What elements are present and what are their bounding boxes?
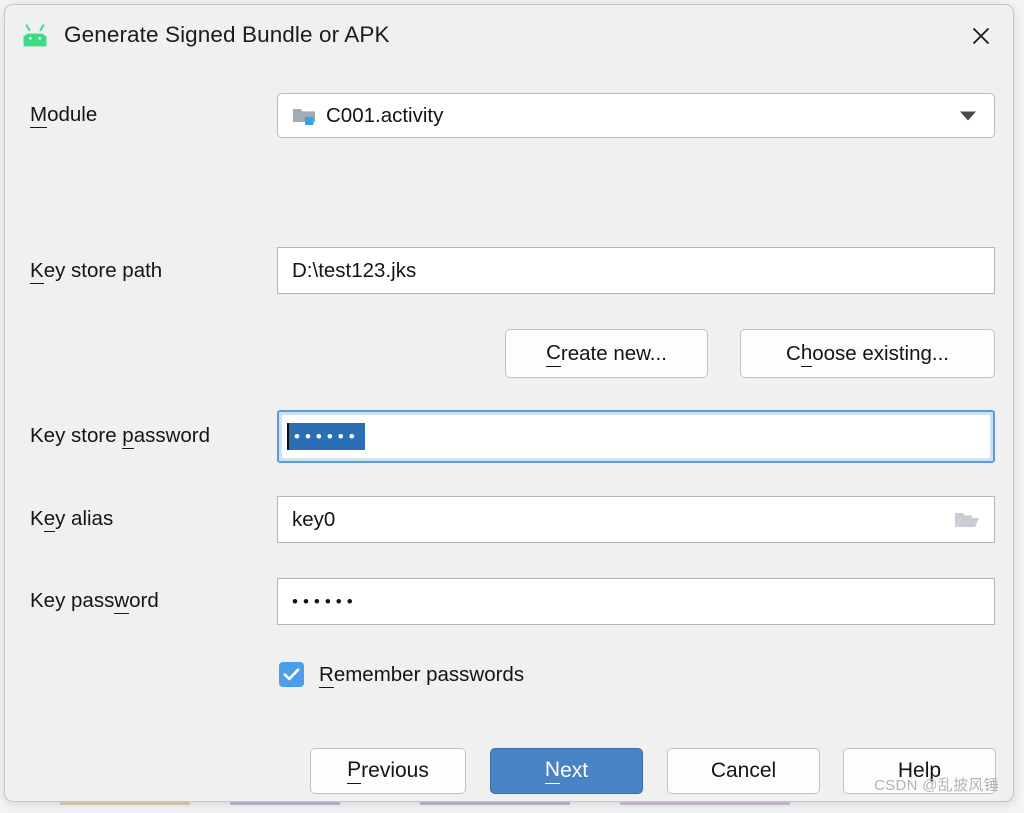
choose-existing-button[interactable]: Ch oose existing... — [740, 329, 995, 378]
background-decor — [620, 802, 790, 805]
choose-existing-prefix: C — [786, 341, 801, 365]
remember-passwords-checkbox[interactable] — [279, 662, 304, 687]
create-new-accesskey: C — [546, 341, 561, 367]
create-new-button[interactable]: Create new... — [505, 329, 708, 378]
keystore-path-label: Key store path — [30, 259, 163, 284]
keystore-path-label-accesskey: K — [30, 259, 44, 284]
previous-accesskey: P — [347, 758, 362, 784]
generate-signed-bundle-dialog: Generate Signed Bundle or APK Module C00… — [4, 4, 1014, 802]
keystore-password-input[interactable]: •••••• — [277, 410, 995, 463]
keystore-path-label-text: ey store path — [43, 259, 163, 282]
cancel-label: Cancel — [710, 759, 777, 782]
key-alias-label-prefix: K — [30, 507, 44, 530]
background-decor — [420, 802, 570, 805]
remember-suffix: emember passwords — [333, 662, 525, 686]
android-robot-icon — [19, 23, 51, 49]
background-decor — [230, 802, 340, 805]
watermark: CSDN @乱披风锤 — [874, 777, 999, 794]
chevron-down-icon[interactable] — [960, 111, 976, 120]
key-password-value: •••••• — [292, 591, 358, 611]
dialog-title: Generate Signed Bundle or APK — [64, 22, 390, 47]
key-alias-label: Key alias — [30, 507, 114, 532]
choose-existing-suffix: oose existing... — [812, 341, 949, 365]
next-button[interactable]: Next — [490, 748, 643, 794]
key-password-label-prefix: Key pass — [30, 589, 115, 612]
module-folder-icon — [292, 106, 316, 126]
close-icon — [973, 28, 989, 44]
remember-passwords-label: Remember passwords — [319, 662, 525, 688]
key-alias-value: key0 — [292, 507, 336, 531]
keystore-path-value: D:\test123.jks — [292, 258, 417, 282]
key-alias-label-accesskey: e — [43, 507, 56, 532]
module-label: Module — [30, 103, 98, 128]
module-label-accesskey: M — [30, 103, 48, 128]
key-password-label: Key password — [30, 589, 159, 614]
cancel-button[interactable]: Cancel — [667, 748, 820, 794]
keystore-path-input[interactable]: D:\test123.jks — [277, 247, 995, 294]
key-password-label-text: ord — [129, 589, 159, 612]
folder-open-icon[interactable] — [954, 510, 980, 530]
module-combobox[interactable]: C001.activity — [277, 93, 995, 138]
key-password-input[interactable]: •••••• — [277, 578, 995, 625]
key-password-label-accesskey: w — [114, 589, 130, 614]
module-label-text: odule — [47, 103, 98, 126]
choose-existing-accesskey: h — [800, 341, 813, 367]
keystore-password-label: Key store password — [30, 424, 211, 449]
remember-passwords-row[interactable]: Remember passwords — [279, 662, 525, 688]
keystore-password-label-text: assword — [133, 424, 211, 447]
keystore-password-label-accesskey: p — [122, 424, 134, 449]
previous-button[interactable]: Previous — [310, 748, 466, 794]
close-button[interactable] — [961, 17, 1001, 55]
dialog-titlebar: Generate Signed Bundle or APK — [5, 5, 1013, 67]
previous-suffix: revious — [361, 759, 429, 782]
next-accesskey: N — [544, 758, 561, 784]
module-value: C001.activity — [326, 103, 444, 127]
checkmark-icon — [283, 668, 300, 681]
next-suffix: ext — [560, 759, 589, 782]
background-decor — [60, 802, 190, 805]
keystore-password-label-prefix: Key store — [30, 424, 123, 447]
remember-accesskey: R — [319, 662, 334, 688]
create-new-suffix: reate new... — [560, 341, 667, 365]
key-alias-input[interactable]: key0 — [277, 496, 995, 543]
key-alias-label-text: y alias — [55, 507, 114, 530]
keystore-password-value: •••••• — [289, 423, 365, 450]
